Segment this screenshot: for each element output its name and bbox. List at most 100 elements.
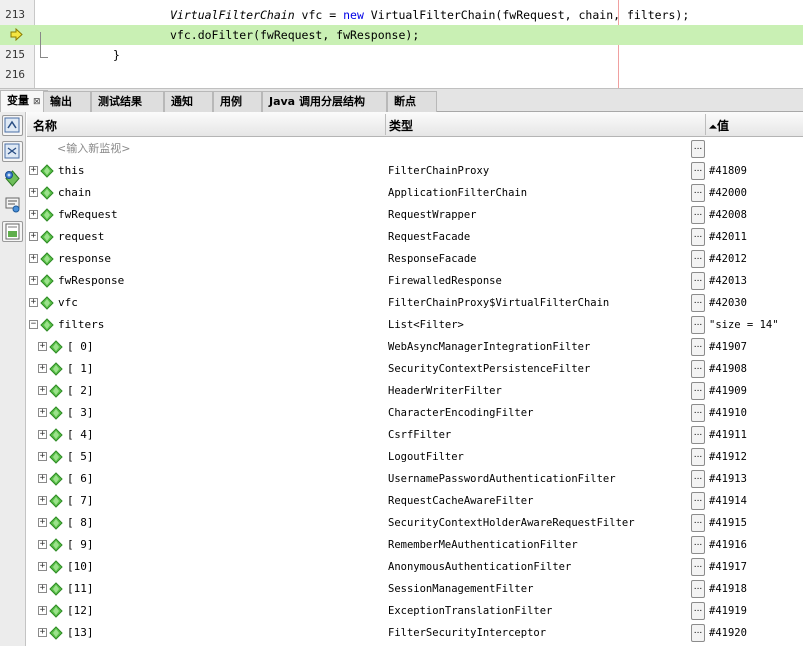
table-row[interactable]: + [ 4] CsrfFilter... #41911 [27, 424, 803, 446]
tab-variables[interactable]: 变量 ⊠ [0, 90, 48, 112]
customize-button[interactable]: ... [691, 360, 705, 378]
customize-button[interactable]: ... [691, 492, 705, 510]
expand-toggle-icon[interactable]: + [38, 584, 47, 593]
variable-name: [ 1] [67, 362, 94, 375]
expand-toggle-icon[interactable]: + [29, 210, 38, 219]
customize-button[interactable]: ... [691, 382, 705, 400]
variable-name: [12] [67, 604, 94, 617]
customize-button[interactable]: ... [691, 536, 705, 554]
table-row[interactable]: + [ 3] CharacterEncodingFilter... #41910 [27, 402, 803, 424]
expand-toggle-icon[interactable]: + [38, 540, 47, 549]
customize-button[interactable]: ... [691, 514, 705, 532]
table-row[interactable]: − filters List<Filter>... "size = 14" [27, 314, 803, 336]
customize-button[interactable]: ... [691, 624, 705, 642]
column-separator[interactable] [705, 114, 706, 135]
expand-toggle-icon[interactable]: + [38, 386, 47, 395]
customize-button[interactable]: ... [691, 580, 705, 598]
table-row[interactable]: + [10] AnonymousAuthenticationFilter... #41… [27, 556, 803, 578]
table-row[interactable]: + [ 5] LogoutFilter... #41912 [27, 446, 803, 468]
tab-output[interactable]: 输出 [43, 91, 91, 112]
code-line-current[interactable]: vfc.doFilter(fwRequest, fwResponse); [0, 25, 803, 45]
customize-button[interactable]: ... [691, 206, 705, 224]
new-watch-placeholder[interactable]: <输入新监视> [57, 138, 130, 160]
expand-toggle-icon[interactable]: + [38, 342, 47, 351]
expand-toggle-icon[interactable]: + [29, 298, 38, 307]
close-icon[interactable]: ⊠ [33, 97, 41, 107]
table-row[interactable]: + fwResponse FirewalledResponse... #42013 [27, 270, 803, 292]
customize-button[interactable]: ... [691, 558, 705, 576]
expand-toggle-icon[interactable]: + [38, 628, 47, 637]
toolbar-button-5[interactable] [2, 221, 23, 242]
watch-input-row[interactable]: <输入新监视> ... [27, 138, 803, 160]
variables-table[interactable]: 名称 类型 ⏶值 <输入新监视> ... + this FilterChainPro… [27, 112, 803, 646]
column-header-value[interactable]: ⏶值 [709, 117, 729, 134]
tab-java-call-hierarchy[interactable]: Java 调用分层结构 [262, 91, 387, 112]
expand-toggle-icon[interactable]: + [29, 232, 38, 241]
expand-toggle-icon[interactable]: − [29, 320, 38, 329]
table-row[interactable]: + fwRequest RequestWrapper... #42008 [27, 204, 803, 226]
code-line-215[interactable]: 215 } [0, 45, 803, 65]
customize-button[interactable]: ... [691, 162, 705, 180]
tab-breakpoints[interactable]: 断点 [387, 91, 437, 112]
code-line-213[interactable]: 213 VirtualFilterChain vfc = new Virtual… [0, 5, 803, 25]
expand-toggle-icon[interactable]: + [38, 496, 47, 505]
customize-button[interactable]: ... [691, 602, 705, 620]
column-header-name[interactable]: 名称 [33, 117, 57, 134]
column-header-type[interactable]: 类型 [389, 117, 413, 134]
customize-button[interactable]: ... [691, 338, 705, 356]
table-row[interactable]: + [13] FilterSecurityInterceptor... #41920 [27, 622, 803, 644]
column-separator[interactable] [385, 114, 386, 135]
customize-button[interactable]: ... [691, 448, 705, 466]
code-editor[interactable]: 213 VirtualFilterChain vfc = new Virtual… [0, 0, 803, 88]
expand-toggle-icon[interactable]: + [29, 188, 38, 197]
table-row[interactable]: + [ 0] WebAsyncManagerIntegrationFilter...… [27, 336, 803, 358]
customize-button[interactable]: ... [691, 140, 705, 158]
expand-toggle-icon[interactable]: + [38, 364, 47, 373]
code-type-token: VirtualFilterChain [170, 8, 295, 22]
table-row[interactable]: + [ 9] RememberMeAuthenticationFilter... #4… [27, 534, 803, 556]
expand-toggle-icon[interactable]: + [38, 606, 47, 615]
expand-toggle-icon[interactable]: + [29, 166, 38, 175]
toolbar-button-1[interactable] [2, 115, 23, 136]
customize-button[interactable]: ... [691, 272, 705, 290]
variable-type: FilterChainProxy$VirtualFilterChain [388, 297, 610, 309]
tab-notifications[interactable]: 通知 [164, 91, 213, 112]
tab-use-cases[interactable]: 用例 [213, 91, 262, 112]
expand-toggle-icon[interactable]: + [38, 452, 47, 461]
expand-toggle-icon[interactable]: + [38, 474, 47, 483]
customize-button[interactable]: ... [691, 184, 705, 202]
expand-toggle-icon[interactable]: + [38, 562, 47, 571]
table-row[interactable]: + request RequestFacade... #42011 [27, 226, 803, 248]
table-row[interactable]: + [ 8] SecurityContextHolderAwareRequestFi… [27, 512, 803, 534]
customize-button[interactable]: ... [691, 228, 705, 246]
table-row[interactable]: + [11] SessionManagementFilter... #41918 [27, 578, 803, 600]
variable-value: #41919 [709, 605, 747, 617]
expand-toggle-icon[interactable]: + [29, 276, 38, 285]
tab-test-results[interactable]: 测试结果 [91, 91, 164, 112]
expand-toggle-icon[interactable]: + [38, 408, 47, 417]
toolbar-button-2[interactable] [2, 141, 23, 162]
table-row[interactable]: + response ResponseFacade... #42012 [27, 248, 803, 270]
expand-toggle-icon[interactable]: + [29, 254, 38, 263]
table-row[interactable]: + [ 2] HeaderWriterFilter... #41909 [27, 380, 803, 402]
table-header: 名称 类型 ⏶值 [27, 112, 803, 137]
toolbar-button-4[interactable] [2, 194, 23, 215]
customize-button[interactable]: ... [691, 470, 705, 488]
code-line-216[interactable]: 216 [0, 65, 803, 85]
table-row[interactable]: + vfc FilterChainProxy$VirtualFilterChain.… [27, 292, 803, 314]
customize-button[interactable]: ... [691, 250, 705, 268]
table-row[interactable]: + chain ApplicationFilterChain... #42000 [27, 182, 803, 204]
line-number: 213 [5, 8, 25, 21]
table-row[interactable]: + [ 1] SecurityContextPersistenceFilter...… [27, 358, 803, 380]
table-row[interactable]: + [12] ExceptionTranslationFilter... #41919 [27, 600, 803, 622]
expand-toggle-icon[interactable]: + [38, 430, 47, 439]
expand-toggle-icon[interactable]: + [38, 518, 47, 527]
customize-button[interactable]: ... [691, 426, 705, 444]
table-row[interactable]: + [ 7] RequestCacheAwareFilter... #41914 [27, 490, 803, 512]
customize-button[interactable]: ... [691, 316, 705, 334]
customize-button[interactable]: ... [691, 294, 705, 312]
toolbar-button-3[interactable] [2, 168, 23, 189]
table-row[interactable]: + [ 6] UsernamePasswordAuthenticationFilte… [27, 468, 803, 490]
table-row[interactable]: + this FilterChainProxy... #41809 [27, 160, 803, 182]
customize-button[interactable]: ... [691, 404, 705, 422]
